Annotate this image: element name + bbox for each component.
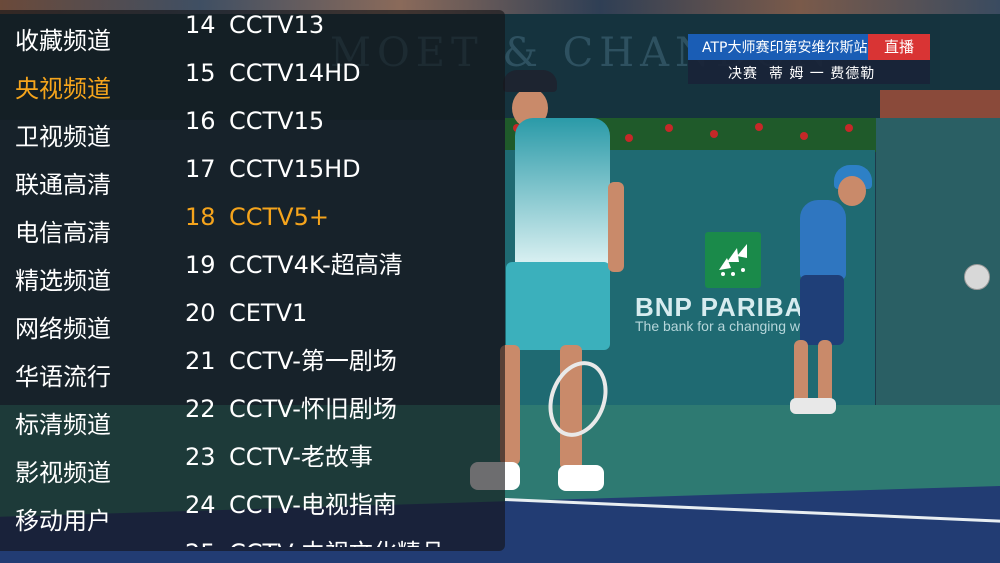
category-item[interactable]: 华语流行 bbox=[15, 357, 111, 397]
floating-assist-button[interactable] bbox=[964, 264, 990, 290]
category-item[interactable]: 影视频道 bbox=[15, 453, 111, 493]
channel-name: CCTV15HD bbox=[229, 155, 361, 183]
channel-name: CCTV-电视指南 bbox=[229, 491, 397, 519]
category-item[interactable]: 标清频道 bbox=[15, 405, 111, 445]
category-item[interactable]: 电信高清 bbox=[15, 213, 111, 253]
court-side-wall bbox=[876, 118, 1000, 408]
channel-item[interactable]: 18 CCTV5+ bbox=[185, 197, 329, 237]
category-item[interactable]: 收藏频道 bbox=[15, 21, 111, 61]
channel-name: CCTV15 bbox=[229, 107, 325, 135]
channel-number: 21 bbox=[185, 347, 216, 375]
channel-item[interactable]: 20 CETV1 bbox=[185, 293, 307, 333]
stadium-wall bbox=[880, 90, 1000, 120]
channel-name: CCTV-中视文化精品 bbox=[229, 539, 445, 547]
channel-number: 17 bbox=[185, 155, 216, 183]
category-item[interactable]: 卫视频道 bbox=[15, 117, 111, 157]
channel-menu: 收藏频道 央视频道 卫视频道 联通高清 电信高清 精选频道 网络频道 华语流行 … bbox=[0, 10, 505, 551]
channel-number: 22 bbox=[185, 395, 216, 423]
channel-number: 16 bbox=[185, 107, 216, 135]
channel-name: CCTV14HD bbox=[229, 59, 361, 87]
channel-item[interactable]: 17 CCTV15HD bbox=[185, 149, 361, 189]
channel-item[interactable]: 22 CCTV-怀旧剧场 bbox=[185, 389, 397, 429]
match-round: 决赛 bbox=[728, 66, 758, 82]
channel-name: CCTV5+ bbox=[229, 203, 329, 231]
channel-item[interactable]: 25CCTV-中视文化精品 bbox=[185, 533, 445, 547]
channel-item[interactable]: 19 CCTV4K-超高清 bbox=[185, 245, 403, 285]
channel-name: CCTV4K-超高清 bbox=[229, 251, 403, 279]
tournament-name: ATP大师赛印第安维尔斯站 bbox=[702, 40, 868, 56]
channel-list: 14 CCTV13 15 CCTV14HD 16 CCTV15 17 CCTV15HD … bbox=[185, 10, 505, 551]
match-players: 蒂 姆 一 费德勒 bbox=[768, 66, 876, 82]
channel-name: CCTV13 bbox=[229, 11, 325, 39]
live-badge: 直播 bbox=[868, 34, 930, 60]
category-item[interactable]: 网络频道 bbox=[15, 309, 111, 349]
channel-name: CCTV-老故事 bbox=[229, 443, 373, 471]
channel-item[interactable]: 15 CCTV14HD bbox=[185, 53, 361, 93]
channel-item[interactable]: 16 CCTV15 bbox=[185, 101, 324, 141]
channel-number: 25 bbox=[185, 533, 229, 547]
category-list: 收藏频道 央视频道 卫视频道 联通高清 电信高清 精选频道 网络频道 华语流行 … bbox=[0, 10, 170, 551]
channel-number: 23 bbox=[185, 443, 216, 471]
channel-name: CCTV-第一剧场 bbox=[229, 347, 397, 375]
channel-number: 20 bbox=[185, 299, 216, 327]
channel-name: CCTV-怀旧剧场 bbox=[229, 395, 397, 423]
channel-number: 18 bbox=[185, 203, 216, 231]
bnp-tagline: The bank for a changing w bbox=[635, 318, 800, 334]
scorebug-match-bar: 决赛 蒂 姆 一 费德勒 bbox=[688, 60, 930, 84]
category-item[interactable]: 联通高清 bbox=[15, 165, 111, 205]
category-item[interactable]: 移动用户 bbox=[15, 501, 111, 541]
channel-item[interactable]: 23 CCTV-老故事 bbox=[185, 437, 373, 477]
live-scorebug: ATP大师赛印第安维尔斯站 直播 决赛 蒂 姆 一 费德勒 bbox=[688, 34, 930, 84]
category-item[interactable]: 央视频道 bbox=[15, 69, 111, 109]
scorebug-event-bar: ATP大师赛印第安维尔斯站 直播 bbox=[688, 34, 930, 60]
channel-number: 19 bbox=[185, 251, 216, 279]
channel-number: 24 bbox=[185, 491, 216, 519]
channel-number: 14 bbox=[185, 11, 216, 39]
channel-number: 15 bbox=[185, 59, 216, 87]
match-info: 决赛 蒂 姆 一 费德勒 bbox=[728, 63, 875, 83]
bnp-logo bbox=[705, 232, 761, 288]
category-item[interactable]: 精选频道 bbox=[15, 261, 111, 301]
channel-item[interactable]: 24 CCTV-电视指南 bbox=[185, 485, 397, 525]
channel-item[interactable]: 14 CCTV13 bbox=[185, 10, 324, 45]
channel-name: CETV1 bbox=[229, 299, 308, 327]
channel-item[interactable]: 21 CCTV-第一剧场 bbox=[185, 341, 397, 381]
